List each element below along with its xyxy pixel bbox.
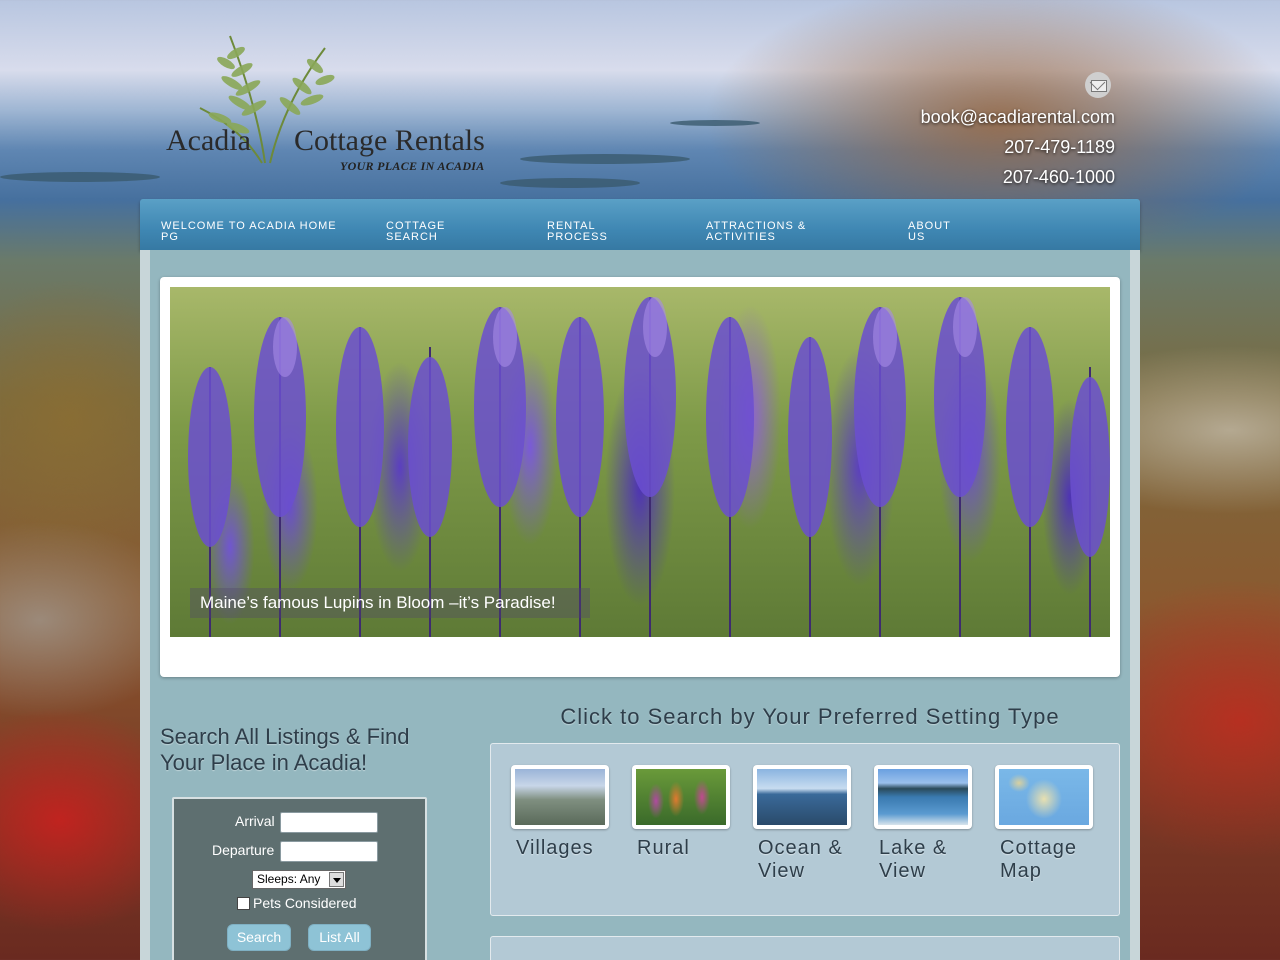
nav-item-home-line1: WELCOME TO ACADIA HOME bbox=[161, 220, 337, 232]
rural-image bbox=[636, 769, 726, 825]
rural-thumbnail bbox=[632, 765, 730, 829]
lake-view-thumbnail bbox=[874, 765, 972, 829]
logo-name-right: Cottage Rentals bbox=[294, 124, 485, 157]
nav-item-attractions[interactable]: ATTRACTIONS & ACTIVITIES bbox=[706, 221, 806, 243]
rural-label: Rural bbox=[632, 837, 730, 860]
nav-item-cottage-search[interactable]: COTTAGE SEARCH bbox=[386, 221, 445, 243]
villages-thumbnail bbox=[511, 765, 609, 829]
map-image bbox=[999, 769, 1089, 825]
ocean-view-label-line2: View bbox=[758, 860, 805, 882]
village-image bbox=[515, 769, 605, 825]
departure-date-input[interactable] bbox=[280, 841, 378, 862]
sleeps-select-value: Sleeps: Any bbox=[257, 872, 321, 886]
cottage-map-label: Cottage Map bbox=[995, 837, 1093, 883]
cottage-map-label-line2: Map bbox=[1000, 860, 1042, 882]
lake-view-label-line2: View bbox=[879, 860, 926, 882]
arrival-date-input[interactable] bbox=[280, 812, 378, 833]
nav-item-rental-process-line2: PROCESS bbox=[547, 231, 608, 243]
mail-icon-row bbox=[921, 72, 1115, 102]
island-decoration bbox=[520, 154, 690, 164]
arrival-label: Arrival bbox=[235, 813, 275, 829]
setting-type-heading: Click to Search by Your Preferred Settin… bbox=[560, 704, 1060, 729]
setting-card-lake-view[interactable]: Lake & View bbox=[874, 765, 972, 883]
lupin-image bbox=[188, 297, 1110, 637]
pets-checkbox[interactable] bbox=[237, 897, 250, 910]
island-decoration bbox=[500, 178, 640, 188]
contact-phone-2[interactable]: 207-460-1000 bbox=[921, 162, 1115, 192]
cottage-map-label-line1: Cottage bbox=[1000, 837, 1078, 859]
cottage-map-thumbnail bbox=[995, 765, 1093, 829]
logo-tagline: YOUR PLACE IN ACADIA bbox=[340, 159, 485, 173]
nav-item-home[interactable]: WELCOME TO ACADIA HOME PG bbox=[161, 221, 337, 243]
contact-phone-1[interactable]: 207-479-1189 bbox=[921, 132, 1115, 162]
search-button[interactable]: Search bbox=[227, 924, 291, 951]
mail-icon[interactable] bbox=[1085, 72, 1111, 98]
ocean-image bbox=[757, 769, 847, 825]
rural-label-line1: Rural bbox=[637, 837, 690, 859]
setting-card-villages[interactable]: Villages bbox=[511, 765, 609, 860]
lake-view-label: Lake & View bbox=[874, 837, 972, 883]
nav-item-attractions-line2: ACTIVITIES bbox=[706, 231, 776, 243]
list-all-button[interactable]: List All bbox=[308, 924, 371, 951]
search-heading: Search All Listings & Find Your Place in… bbox=[160, 724, 410, 775]
ocean-view-thumbnail bbox=[753, 765, 851, 829]
lower-content-panel bbox=[490, 936, 1120, 960]
lake-view-label-line1: Lake & bbox=[879, 837, 948, 859]
nav-item-cottage-search-line2: SEARCH bbox=[386, 231, 438, 243]
villages-label-line1: Villages bbox=[516, 837, 594, 859]
island-decoration bbox=[670, 120, 760, 126]
sleeps-select[interactable]: Sleeps: Any bbox=[252, 870, 346, 889]
lake-image bbox=[878, 769, 968, 825]
logo-name-left: Acadia bbox=[166, 124, 251, 157]
setting-card-rural[interactable]: Rural bbox=[632, 765, 730, 860]
site-logo[interactable]: Acadia Cottage Rentals YOUR PLACE IN ACA… bbox=[160, 28, 500, 188]
nav-item-about-line2: US bbox=[908, 231, 926, 243]
nav-item-rental-process[interactable]: RENTAL PROCESS bbox=[547, 221, 608, 243]
chevron-down-icon bbox=[329, 872, 344, 887]
ocean-view-label: Ocean & View bbox=[753, 837, 851, 883]
ocean-view-label-line1: Ocean & bbox=[758, 837, 843, 859]
hero-slide-image[interactable] bbox=[170, 287, 1110, 637]
setting-card-cottage-map[interactable]: Cottage Map bbox=[995, 765, 1093, 883]
main-nav: WELCOME TO ACADIA HOME PG COTTAGE SEARCH… bbox=[140, 199, 1140, 250]
villages-label: Villages bbox=[511, 837, 609, 860]
contact-block: book@acadiarental.com 207-479-1189 207-4… bbox=[921, 72, 1115, 192]
nav-item-about[interactable]: ABOUT US bbox=[908, 221, 951, 243]
contact-email[interactable]: book@acadiarental.com bbox=[921, 102, 1115, 132]
slide-caption: Maine’s famous Lupins in Bloom –it’s Par… bbox=[190, 588, 590, 618]
departure-label: Departure bbox=[212, 842, 275, 858]
nav-item-home-line2: PG bbox=[161, 231, 179, 243]
pets-label: Pets Considered bbox=[253, 895, 357, 911]
island-decoration bbox=[0, 172, 160, 182]
setting-card-ocean-view[interactable]: Ocean & View bbox=[753, 765, 851, 883]
